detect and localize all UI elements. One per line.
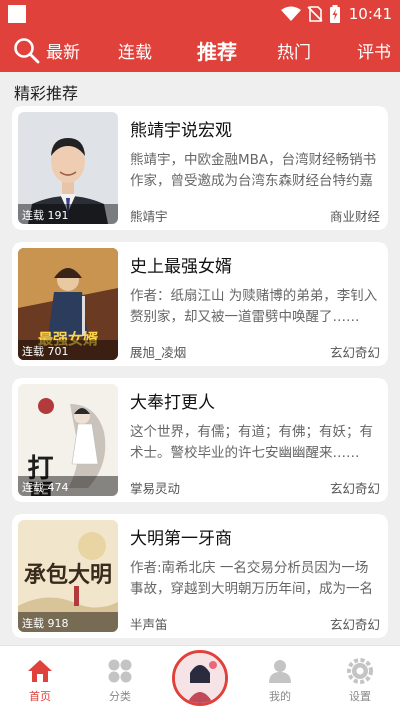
book-title: 大奉打更人 xyxy=(130,393,215,413)
book-title: 熊靖宇说宏观 xyxy=(130,121,232,141)
category-tabs: 最新 连载 推荐 热门 评书 xyxy=(0,28,400,72)
status-bar: 10:41 xyxy=(0,0,400,28)
user-icon xyxy=(269,660,291,683)
book-title: 史上最强女婿 xyxy=(130,257,232,277)
nav-label: 设置 xyxy=(349,690,371,703)
section-title: 精彩推荐 xyxy=(14,84,79,103)
search-button[interactable] xyxy=(12,36,44,66)
settings-gear-icon xyxy=(347,658,373,684)
cover-title-text: 承包大明 xyxy=(24,562,112,588)
nav-profile[interactable]: 我的 xyxy=(250,656,310,704)
nav-home[interactable]: 首页 xyxy=(10,656,70,704)
now-playing-cover-icon xyxy=(175,653,225,703)
book-description: 作者：纸扇江山 为赎赌博的弟弟，李钊入赘别家，却又被一道雷劈中唤醒了…… xyxy=(130,288,378,325)
chapter-badge: 连载 918 xyxy=(18,612,118,632)
chapter-badge: 连载 701 xyxy=(18,340,118,360)
player-avatar[interactable] xyxy=(172,650,228,706)
book-category: 商业财经 xyxy=(329,209,380,224)
book-cover: 连载 191 xyxy=(18,112,118,224)
tab-storytelling[interactable]: 评书 xyxy=(357,38,391,63)
book-author: 熊靖宇 xyxy=(130,209,168,224)
book-description: 作者:南希北庆 一名交易分析员因为一场事故，穿越到大明朝万历年间，成为一名牙商…… xyxy=(130,560,373,597)
search-icon xyxy=(14,38,40,64)
nav-label: 首页 xyxy=(29,690,51,703)
no-sim-icon xyxy=(307,6,323,22)
book-category: 玄幻奇幻 xyxy=(329,617,380,632)
tab-serial[interactable]: 连载 xyxy=(118,38,152,63)
clock: 10:41 xyxy=(348,5,392,23)
nav-label: 分类 xyxy=(109,690,131,703)
notification-icon xyxy=(8,5,26,23)
book-card[interactable]: 打更人 连载 474 大奉打更人 这个世界，有儒；有道；有佛；有妖；有术士。警校… xyxy=(12,378,388,502)
book-author: 半声笛 xyxy=(130,617,168,632)
home-icon xyxy=(28,660,52,682)
book-card[interactable]: 连载 191 熊靖宇说宏观 熊靖宇，中欧金融MBA，台湾财经畅销书作家，曾受邀成… xyxy=(12,106,388,230)
bottom-navigation: 首页 分类 我的 设置 xyxy=(0,645,400,711)
book-category: 玄幻奇幻 xyxy=(329,481,380,496)
book-title: 大明第一牙商 xyxy=(130,529,232,549)
book-author: 掌易灵动 xyxy=(130,481,181,496)
book-card[interactable]: 最强女婿 连载 701 史上最强女婿 作者：纸扇江山 为赎赌博的弟弟，李钊入赘别… xyxy=(12,242,388,366)
status-icons: 10:41 xyxy=(280,3,392,25)
chapter-badge: 连载 474 xyxy=(18,476,118,496)
chapter-badge: 连载 191 xyxy=(18,204,118,224)
nav-category[interactable]: 分类 xyxy=(90,656,150,704)
book-description: 熊靖宇，中欧金融MBA，台湾财经畅销书作家，曾受邀成为台湾东森财经台特约嘉宾…… xyxy=(130,152,377,189)
book-cover: 承包大明 连载 918 xyxy=(18,520,118,632)
book-category: 玄幻奇幻 xyxy=(329,345,380,360)
book-cover: 打更人 连载 474 xyxy=(18,384,118,496)
tab-popular[interactable]: 热门 xyxy=(277,38,311,63)
app-header: 10:41 最新 连载 推荐 热门 评书 xyxy=(0,0,400,72)
book-cover: 最强女婿 连载 701 xyxy=(18,248,118,360)
battery-charging-icon xyxy=(329,5,340,23)
nav-label: 我的 xyxy=(269,690,291,703)
book-description: 这个世界，有儒；有道；有佛；有妖；有术士。警校毕业的许七安幽幽醒来…… xyxy=(130,424,373,461)
category-grid-icon xyxy=(108,659,132,683)
nav-settings[interactable]: 设置 xyxy=(330,656,390,704)
book-author: 展旭_凌烟 xyxy=(130,345,187,360)
tab-recommended[interactable]: 推荐 xyxy=(197,36,237,65)
book-card[interactable]: 承包大明 连载 918 大明第一牙商 作者:南希北庆 一名交易分析员因为一场事故… xyxy=(12,514,388,638)
wifi-icon xyxy=(280,6,301,21)
tab-latest[interactable]: 最新 xyxy=(46,38,80,63)
